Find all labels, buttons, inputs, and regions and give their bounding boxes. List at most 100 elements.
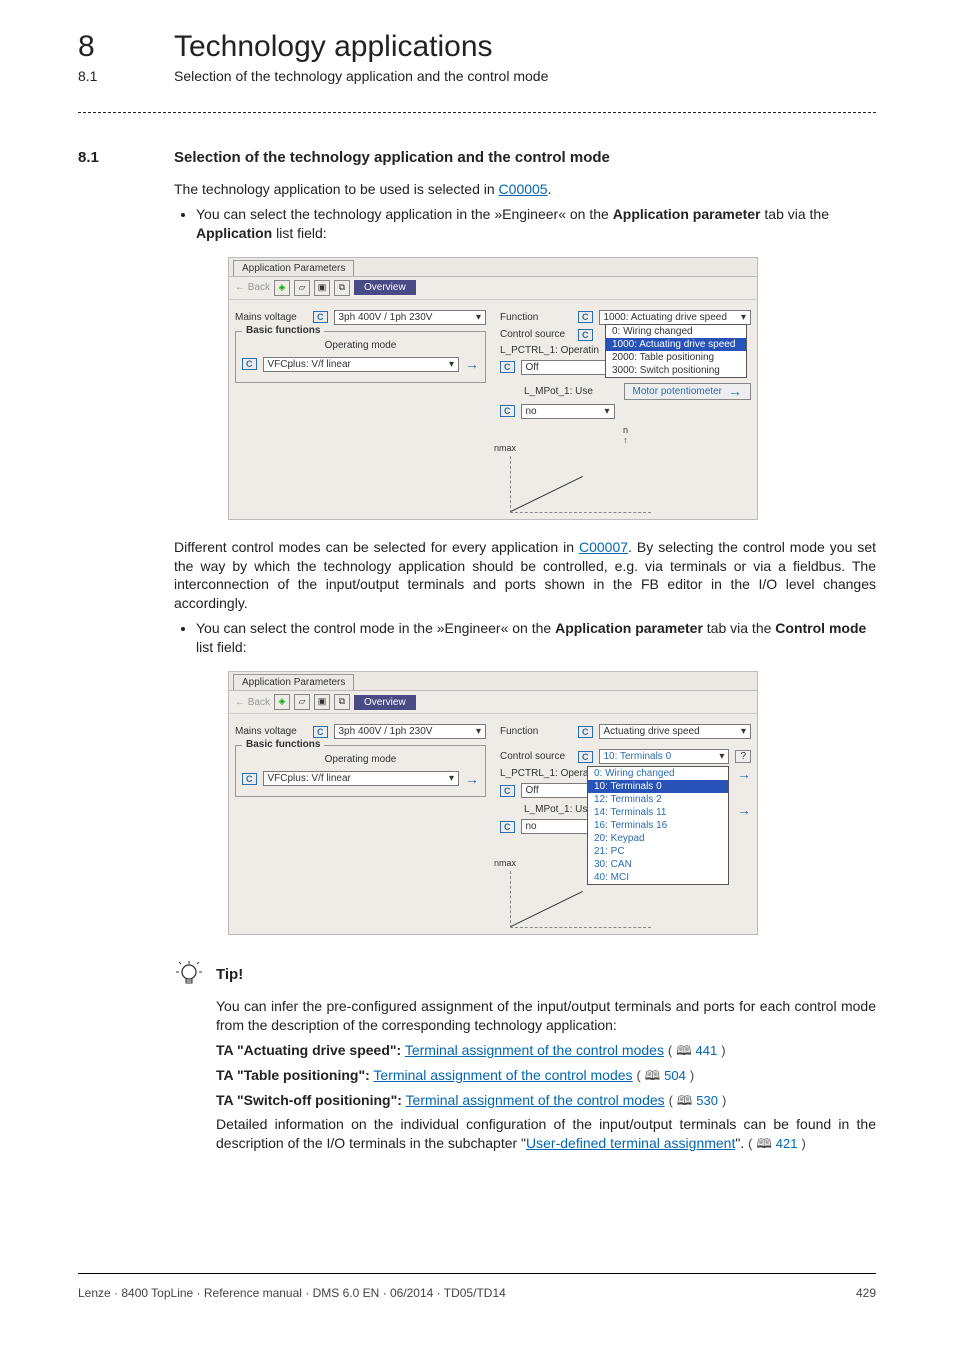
screenshot-application-list: Application Parameters ← Back ◈ ▱ ▣ ⧉ Ov… <box>228 257 758 520</box>
motor-pot-button[interactable]: Motor potentiometer→ <box>624 383 752 400</box>
text: list field: <box>196 639 247 655</box>
link-terminal-assignment[interactable]: Terminal assignment of the control modes <box>406 1092 665 1108</box>
arrow-icon: → <box>737 805 751 815</box>
subsection-number: 8.1 <box>78 68 174 84</box>
link-c00005[interactable]: C00005 <box>499 181 548 197</box>
back-button[interactable]: ← Back <box>235 697 270 708</box>
mains-dropdown[interactable]: 3ph 400V / 1ph 230V▾ <box>334 310 487 325</box>
control-source-dropdown[interactable]: 10: Terminals 0▾ <box>599 749 730 764</box>
c-badge: C <box>500 361 515 373</box>
nav-icon[interactable]: ⧉ <box>334 694 350 710</box>
bullet-item: You can select the technology applicatio… <box>196 205 876 243</box>
function-dropdown[interactable]: Actuating drive speed▾ <box>599 724 752 739</box>
overview-button[interactable]: Overview <box>354 695 416 710</box>
function-menu[interactable]: 0: Wiring changed 1000: Actuating drive … <box>605 324 747 378</box>
overview-button[interactable]: Overview <box>354 280 416 295</box>
text: tab via the <box>761 206 830 222</box>
c-badge: C <box>500 405 515 417</box>
control-source-menu[interactable]: 0: Wiring changed 10: Terminals 0 12: Te… <box>587 766 729 885</box>
book-icon: 🕮 <box>676 1042 691 1060</box>
nav-icon[interactable]: ▱ <box>294 694 310 710</box>
opmode-dropdown[interactable]: VFCplus: V/f linear▾ <box>263 357 460 372</box>
text: . <box>548 181 552 197</box>
emphasis: Application <box>196 225 272 241</box>
label-function: Function <box>500 726 572 737</box>
menu-item[interactable]: 20: Keypad <box>588 832 728 845</box>
ta-label: TA "Actuating drive speed": <box>216 1042 401 1058</box>
page-ref[interactable]: 421 <box>776 1135 798 1153</box>
c-badge: C <box>313 726 328 738</box>
page-ref[interactable]: 530 <box>696 1092 718 1110</box>
function-dropdown[interactable]: 1000: Actuating drive speed▾ <box>599 310 752 325</box>
tip-line-1: TA "Actuating drive speed": Terminal ass… <box>216 1041 876 1060</box>
footer-page: 429 <box>856 1286 876 1300</box>
page-ref[interactable]: 504 <box>664 1067 686 1085</box>
menu-item[interactable]: 0: Wiring changed <box>606 325 746 338</box>
nav-icon[interactable]: ◈ <box>274 694 290 710</box>
link-terminal-assignment[interactable]: Terminal assignment of the control modes <box>373 1067 632 1083</box>
text: You can select the control mode in the »… <box>196 620 555 636</box>
page-ref[interactable]: 441 <box>696 1042 718 1060</box>
menu-item[interactable]: 40: MCI <box>588 871 728 884</box>
nav-icon[interactable]: ◈ <box>274 280 290 296</box>
mid-paragraph: Different control modes can be selected … <box>174 538 876 614</box>
nav-icon[interactable]: ▱ <box>294 280 310 296</box>
menu-item[interactable]: 16: Terminals 16 <box>588 819 728 832</box>
link-user-defined[interactable]: User-defined terminal assignment <box>526 1135 735 1151</box>
arrow-icon: → <box>737 769 751 779</box>
tab-app-params[interactable]: Application Parameters <box>233 674 354 690</box>
c-badge: C <box>578 329 593 341</box>
menu-item-selected[interactable]: 10: Terminals 0 <box>588 780 728 793</box>
label-mpot: L_MPot_1: Use <box>524 386 593 397</box>
menu-item[interactable]: 2000: Table positioning <box>606 351 746 364</box>
label-mains: Mains voltage <box>235 726 307 737</box>
mains-dropdown[interactable]: 3ph 400V / 1ph 230V▾ <box>334 724 487 739</box>
chapter-title: Technology applications <box>174 30 493 64</box>
link-c00007[interactable]: C00007 <box>579 539 628 555</box>
tab-app-params[interactable]: Application Parameters <box>233 260 354 276</box>
nav-icon[interactable]: ▣ <box>314 694 330 710</box>
book-icon: 🕮 <box>756 1135 771 1153</box>
c-badge: C <box>500 785 515 797</box>
emphasis: Application parameter <box>613 206 761 222</box>
menu-item-selected[interactable]: 1000: Actuating drive speed <box>606 338 746 351</box>
label-opmode: Operating mode <box>242 754 479 765</box>
help-button[interactable]: ? <box>735 750 751 763</box>
c-badge: C <box>242 358 257 370</box>
label-opmode: Operating mode <box>242 340 479 351</box>
menu-item[interactable]: 21: PC <box>588 845 728 858</box>
c-badge: C <box>242 773 257 785</box>
arrow-icon: → <box>465 774 479 784</box>
graph-sketch <box>510 456 651 513</box>
chapter-number: 8 <box>78 30 174 64</box>
menu-item[interactable]: 30: CAN <box>588 858 728 871</box>
menu-item[interactable]: 3000: Switch positioning <box>606 364 746 377</box>
menu-item[interactable]: 12: Terminals 2 <box>588 793 728 806</box>
label-mains: Mains voltage <box>235 312 307 323</box>
opmode-dropdown[interactable]: VFCplus: V/f linear▾ <box>263 771 460 786</box>
label-function: Function <box>500 312 572 323</box>
tip-icon <box>174 959 204 989</box>
text: list field: <box>272 225 326 241</box>
off-dropdown[interactable]: Off▾ <box>521 360 615 375</box>
no-dropdown[interactable]: no▾ <box>521 404 615 419</box>
nav-icon[interactable]: ⧉ <box>334 280 350 296</box>
arrow-icon: → <box>465 359 479 369</box>
tip-paragraph: You can infer the pre-configured assignm… <box>216 997 876 1035</box>
label-mpot: L_MPot_1: Use <box>524 804 593 815</box>
section-number: 8.1 <box>78 149 174 166</box>
menu-item[interactable]: 0: Wiring changed <box>588 767 728 780</box>
c-badge: C <box>578 751 593 763</box>
back-button[interactable]: ← Back <box>235 282 270 293</box>
fieldset-basic: Basic functions <box>242 325 324 336</box>
label-ctrl-source: Control source <box>500 751 572 762</box>
nav-icon[interactable]: ▣ <box>314 280 330 296</box>
menu-item[interactable]: 14: Terminals 11 <box>588 806 728 819</box>
screenshot-control-mode: Application Parameters ← Back ◈ ▱ ▣ ⧉ Ov… <box>228 671 758 935</box>
text: ". <box>735 1135 748 1151</box>
ta-label: TA "Table positioning": <box>216 1067 370 1083</box>
link-terminal-assignment[interactable]: Terminal assignment of the control modes <box>405 1042 664 1058</box>
c-badge: C <box>313 311 328 323</box>
intro-paragraph: The technology application to be used is… <box>174 180 876 199</box>
tip-line-3: TA "Switch-off positioning": Terminal as… <box>216 1091 876 1110</box>
